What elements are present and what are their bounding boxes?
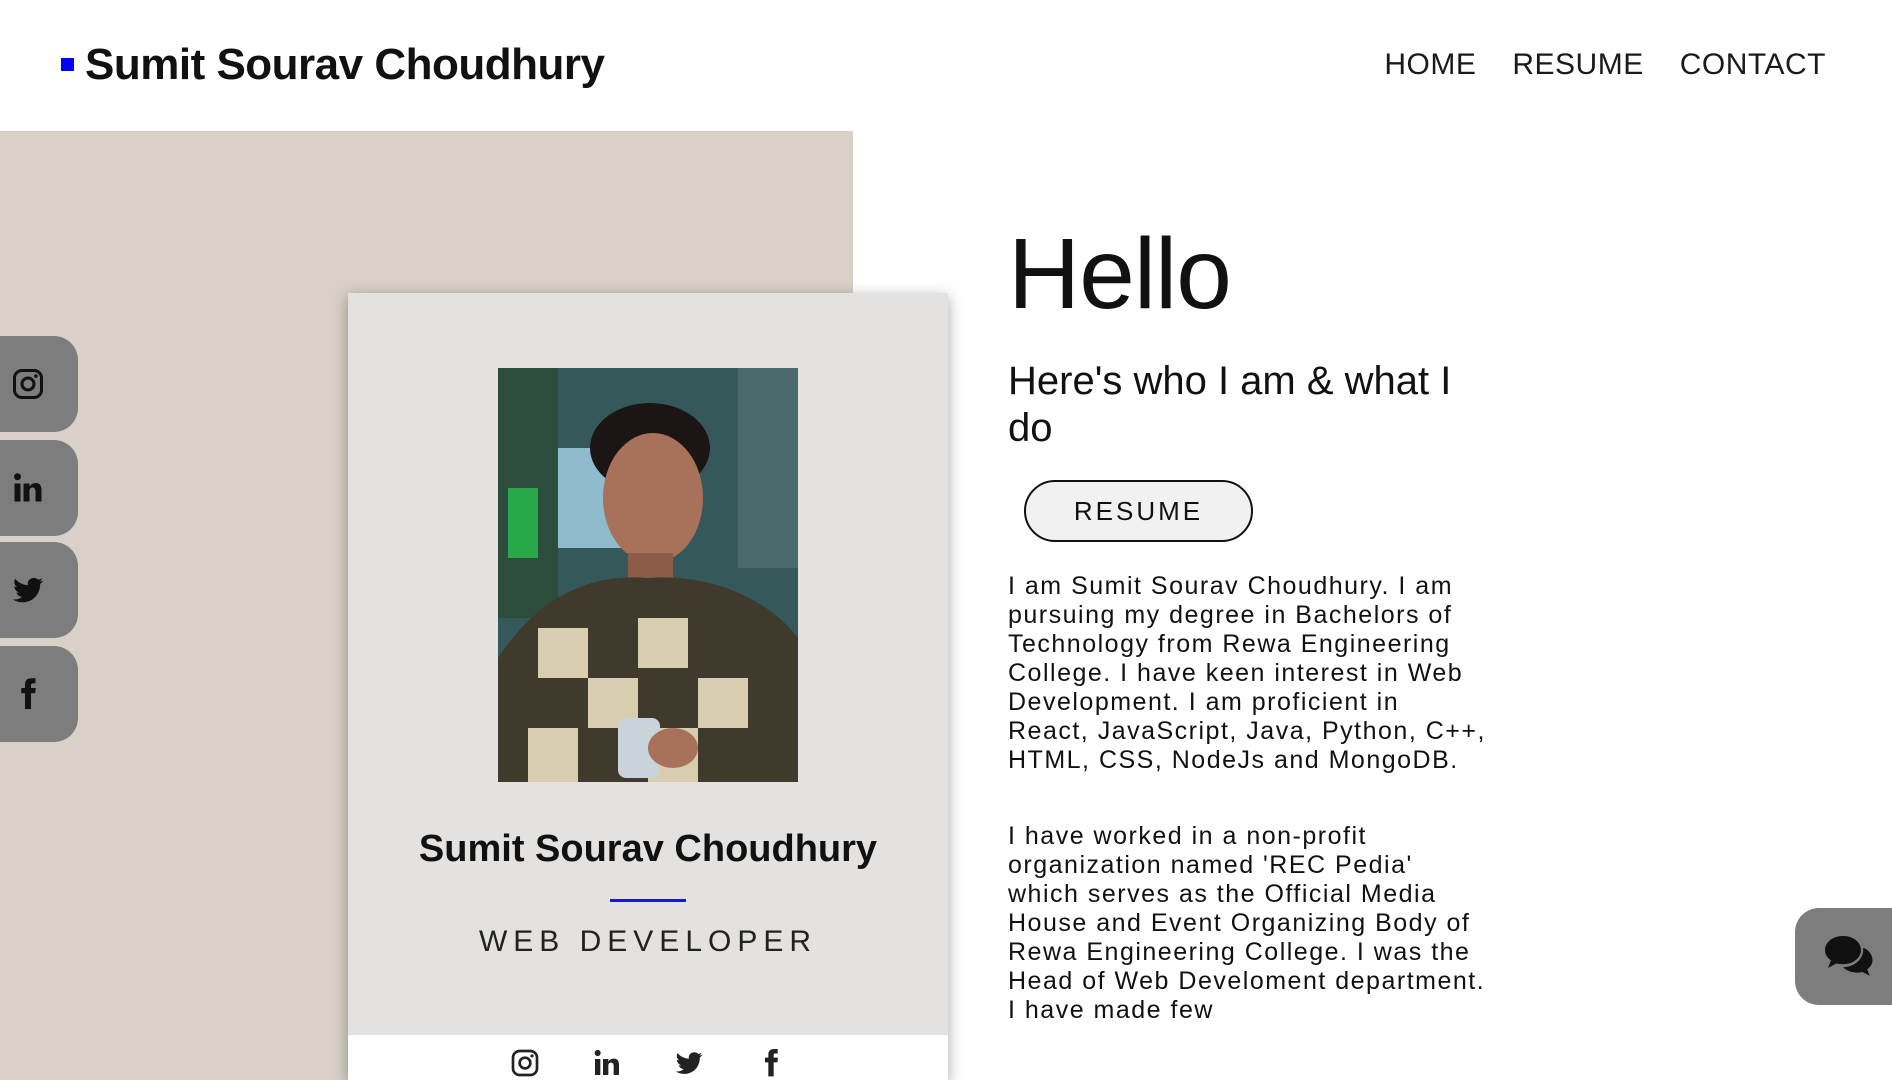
twitter-icon[interactable]	[673, 1047, 705, 1079]
chat-widget-button[interactable]	[1795, 908, 1892, 1005]
site-name[interactable]: Sumit Sourav Choudhury	[85, 40, 605, 90]
twitter-icon	[12, 577, 44, 603]
intro-paragraph-1: I am Sumit Sourav Choudhury. I am pursui…	[1008, 572, 1486, 774]
facebook-icon[interactable]	[755, 1047, 787, 1079]
chat-bubbles-icon	[1825, 935, 1873, 976]
nav-resume[interactable]: RESUME	[1512, 48, 1643, 82]
card-name: Sumit Sourav Choudhury	[418, 828, 878, 870]
social-tab-linkedin[interactable]	[0, 440, 78, 536]
nav-contact[interactable]: CONTACT	[1680, 48, 1826, 82]
social-tab-twitter[interactable]	[0, 542, 78, 638]
intro-paragraph-2: I have worked in a non-profit organizati…	[1008, 822, 1486, 1024]
card-social-footer	[348, 1035, 948, 1080]
intro-subtitle: Here's who I am & what I do	[1008, 359, 1452, 450]
greeting-heading: Hello	[1008, 218, 1232, 330]
nav-home[interactable]: HOME	[1384, 48, 1476, 82]
card-role: WEB DEVELOPER	[478, 925, 818, 958]
intro-section: Hello Here's who I am & what I do RESUME…	[1008, 224, 1488, 1025]
linkedin-icon[interactable]	[591, 1047, 623, 1079]
logo-square	[61, 58, 74, 71]
profile-card: Sumit Sourav Choudhury WEB DEVELOPER	[348, 293, 948, 1080]
main-nav: HOME RESUME CONTACT	[1384, 48, 1826, 82]
social-tab-instagram[interactable]	[0, 336, 78, 432]
facebook-icon	[21, 678, 36, 709]
instagram-icon	[13, 369, 43, 399]
site-header: Sumit Sourav Choudhury HOME RESUME CONTA…	[0, 0, 1892, 131]
instagram-icon[interactable]	[509, 1047, 541, 1079]
social-tab-facebook[interactable]	[0, 646, 78, 742]
card-divider	[610, 899, 686, 902]
linkedin-icon	[14, 473, 42, 502]
profile-photo	[498, 368, 798, 782]
resume-button[interactable]: RESUME	[1024, 480, 1253, 542]
